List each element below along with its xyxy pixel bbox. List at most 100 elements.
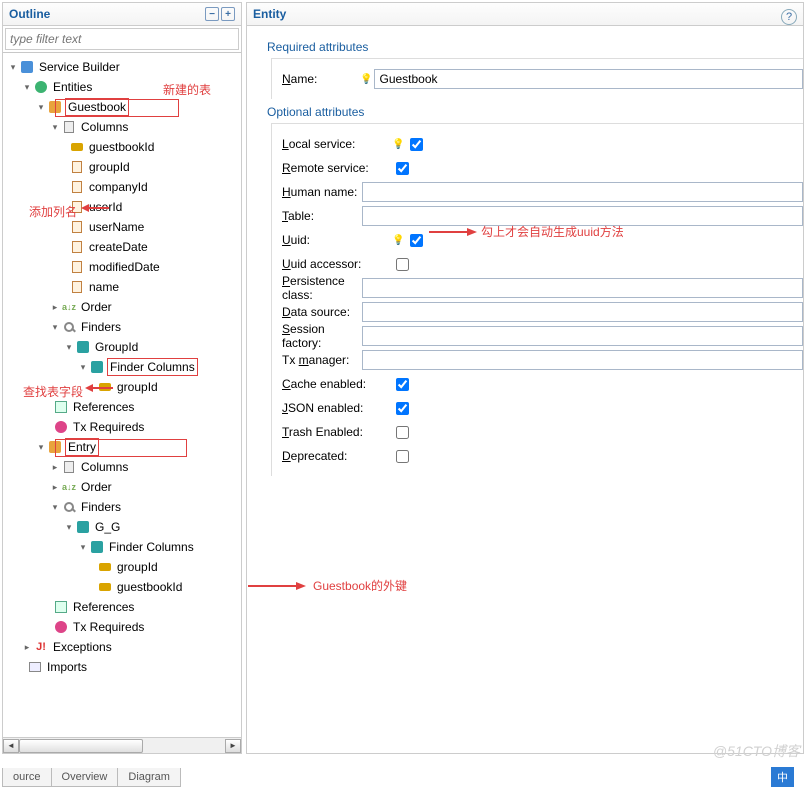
outline-header: Outline − + xyxy=(3,3,241,26)
collapse-all-icon[interactable]: − xyxy=(205,7,219,21)
tree-col[interactable]: groupId xyxy=(87,159,132,175)
twisty-icon[interactable]: ▾ xyxy=(7,62,19,73)
h-scrollbar[interactable]: ◄ ► xyxy=(3,737,241,753)
scroll-thumb[interactable] xyxy=(19,739,143,753)
field-icon xyxy=(69,279,85,295)
field-icon xyxy=(69,159,85,175)
help-icon[interactable]: ? xyxy=(781,9,797,25)
tree-exceptions[interactable]: Exceptions xyxy=(51,639,114,655)
twisty-icon[interactable]: ▾ xyxy=(49,122,61,133)
tree-fcol[interactable]: groupId xyxy=(115,559,160,575)
tree-col[interactable]: modifiedDate xyxy=(87,259,162,275)
table-input[interactable] xyxy=(362,206,803,226)
deprecated-checkbox[interactable] xyxy=(396,450,409,463)
tab-diagram[interactable]: Diagram xyxy=(117,768,181,787)
label-json: JSON enabled: xyxy=(282,401,392,415)
finder-icon xyxy=(75,339,91,355)
tree-col[interactable]: userName xyxy=(87,219,146,235)
session-input[interactable] xyxy=(362,326,803,346)
twisty-icon[interactable]: ▸ xyxy=(49,302,61,313)
tree-tx[interactable]: Tx Requireds xyxy=(71,419,146,435)
tree-guestbook[interactable]: Guestbook xyxy=(65,98,129,116)
label-human: Human name: xyxy=(282,185,362,199)
tree-imports[interactable]: Imports xyxy=(45,659,89,675)
tree-order[interactable]: Order xyxy=(79,299,114,315)
entity-icon xyxy=(47,99,63,115)
scroll-left-icon[interactable]: ◄ xyxy=(3,739,19,753)
uuid-checkbox[interactable] xyxy=(410,234,423,247)
tree-entry[interactable]: Entry xyxy=(65,438,99,456)
human-input[interactable] xyxy=(362,182,803,202)
twisty-icon[interactable]: ▾ xyxy=(63,342,75,353)
tree-root[interactable]: Service Builder xyxy=(37,59,122,75)
name-input[interactable] xyxy=(374,69,803,89)
tree-col[interactable]: companyId xyxy=(87,179,150,195)
tree-col[interactable]: userId xyxy=(87,199,124,215)
tree-tx[interactable]: Tx Requireds xyxy=(71,619,146,635)
label-remote: Remote service: xyxy=(282,161,392,175)
twisty-icon[interactable]: ▾ xyxy=(35,102,47,113)
tree-finders[interactable]: Finders xyxy=(79,499,123,515)
entities-icon xyxy=(33,79,49,95)
twisty-icon[interactable]: ▾ xyxy=(49,322,61,333)
entity-pane: Entity ? Required attributes Name: 💡 Opt… xyxy=(246,2,804,754)
tree-finders[interactable]: Finders xyxy=(79,319,123,335)
trash-checkbox[interactable] xyxy=(396,426,409,439)
section-req: Required attributes xyxy=(267,40,803,54)
tree-groupid[interactable]: GroupId xyxy=(93,339,140,355)
tree-col[interactable]: guestbookId xyxy=(87,139,156,155)
tree-refs[interactable]: References xyxy=(71,599,136,615)
persist-input[interactable] xyxy=(362,278,803,298)
columns-icon xyxy=(61,119,77,135)
references-icon xyxy=(53,599,69,615)
key-icon xyxy=(97,579,113,595)
twisty-icon[interactable]: ▾ xyxy=(77,362,89,373)
field-icon xyxy=(69,259,85,275)
tree-col[interactable]: name xyxy=(87,279,121,295)
label-table: Table: xyxy=(282,209,362,223)
field-icon xyxy=(69,239,85,255)
twisty-icon[interactable]: ▾ xyxy=(21,82,33,93)
tree-order[interactable]: Order xyxy=(79,479,114,495)
filter-box xyxy=(3,26,241,53)
twisty-icon[interactable]: ▾ xyxy=(63,522,75,533)
local-checkbox[interactable] xyxy=(410,138,423,151)
remote-checkbox[interactable] xyxy=(396,162,409,175)
tree-refs[interactable]: References xyxy=(71,399,136,415)
label-session: Session factory: xyxy=(282,322,362,350)
cache-checkbox[interactable] xyxy=(396,378,409,391)
datasrc-input[interactable] xyxy=(362,302,803,322)
twisty-icon[interactable]: ▾ xyxy=(35,442,47,453)
twisty-icon[interactable]: ▾ xyxy=(49,502,61,513)
tree-findercols[interactable]: Finder Columns xyxy=(107,358,198,376)
filter-input[interactable] xyxy=(5,28,239,50)
order-icon: a↓z xyxy=(61,299,77,315)
tree-gg[interactable]: G_G xyxy=(93,519,122,535)
outline-pane: Outline − + ▾ Service Builder ▾ Entities ▾… xyxy=(2,2,242,754)
tree-findercols[interactable]: Finder Columns xyxy=(107,539,196,555)
scroll-right-icon[interactable]: ► xyxy=(225,739,241,753)
anno-fk: Guestbook的外键 xyxy=(313,577,407,594)
tab-source[interactable]: ource xyxy=(2,768,52,787)
json-checkbox[interactable] xyxy=(396,402,409,415)
tree-columns[interactable]: Columns xyxy=(79,119,130,135)
tab-overview[interactable]: Overview xyxy=(51,768,119,787)
outline-tree[interactable]: ▾ Service Builder ▾ Entities ▾ Guestbook ▾ C… xyxy=(3,53,241,737)
entity-header: Entity xyxy=(247,3,803,26)
tree-fcol[interactable]: guestbookId xyxy=(115,579,184,595)
tree-fcol[interactable]: groupId xyxy=(115,379,160,395)
twisty-icon[interactable]: ▸ xyxy=(21,642,33,653)
tx-icon xyxy=(53,619,69,635)
twisty-icon[interactable]: ▸ xyxy=(49,462,61,473)
tree-col[interactable]: createDate xyxy=(87,239,150,255)
finders-icon xyxy=(61,499,77,515)
twisty-icon[interactable]: ▾ xyxy=(77,542,89,553)
tree-columns[interactable]: Columns xyxy=(79,459,130,475)
tree-entities[interactable]: Entities xyxy=(51,79,94,95)
tx-icon xyxy=(53,419,69,435)
txm-input[interactable] xyxy=(362,350,803,370)
twisty-icon[interactable]: ▸ xyxy=(49,482,61,493)
label-deprecated: Deprecated: xyxy=(282,449,392,463)
expand-all-icon[interactable]: + xyxy=(221,7,235,21)
uuid-acc-checkbox[interactable] xyxy=(396,258,409,271)
